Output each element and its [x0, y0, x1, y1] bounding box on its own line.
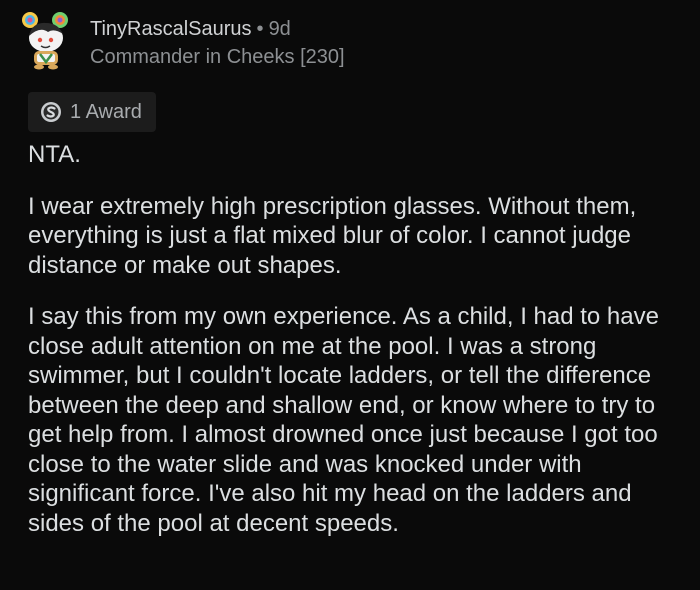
award-count-label: 1 Award: [70, 100, 142, 123]
avatar[interactable]: [20, 10, 76, 70]
silver-award-icon: [41, 102, 61, 122]
snoo-avatar-icon: [22, 12, 68, 70]
comment-body: NTA. I wear extremely high prescription …: [28, 140, 688, 560]
comment-paragraph: I wear extremely high prescription glass…: [28, 192, 637, 279]
user-flair: Commander in Cheeks [230]: [90, 46, 345, 68]
comment-paragraph: NTA.: [28, 141, 81, 168]
comment-card: TinyRascalSaurus • 9d Commander in Cheeks …: [0, 0, 700, 590]
username-link[interactable]: TinyRascalSaurus: [90, 18, 252, 40]
author-line: TinyRascalSaurus • 9d: [90, 16, 345, 42]
comment-meta: TinyRascalSaurus • 9d Commander in Cheeks …: [90, 16, 345, 70]
award-chip[interactable]: 1 Award: [28, 92, 156, 132]
separator-dot: •: [256, 18, 264, 40]
comment-age: 9d: [268, 18, 291, 40]
comment-paragraph: I say this from my own experience. As a …: [28, 303, 659, 537]
comment-header: TinyRascalSaurus • 9d Commander in Cheeks …: [20, 10, 345, 74]
